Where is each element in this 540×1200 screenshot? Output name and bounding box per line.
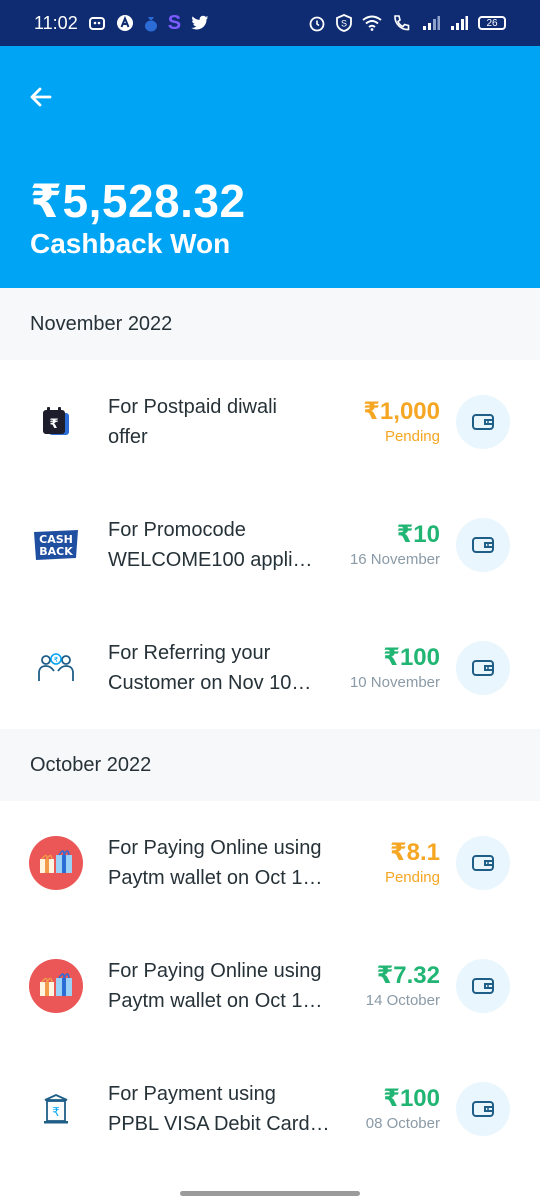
back-button[interactable] (24, 80, 58, 114)
notification-bag-icon (144, 14, 158, 32)
list-item-amount: ₹100 08 October (366, 1084, 440, 1134)
description-line-1: For Paying Online using (108, 836, 322, 859)
total-cashback-amount: ₹5,528.32 (30, 175, 246, 227)
wallet-button[interactable] (456, 835, 510, 890)
wifi-icon (362, 15, 382, 31)
bank-rupee-icon: ₹ (28, 1081, 84, 1137)
gift-icon (28, 835, 84, 891)
amount-value: ₹100 (383, 1084, 440, 1112)
description-line-1: For Promocode (108, 518, 246, 541)
signal-1-icon (422, 15, 440, 31)
amount-value: ₹1,000 (363, 397, 440, 425)
list-item-description: For Paying Online using Paytm wallet on … (108, 956, 333, 1016)
date-text: 10 November (349, 673, 440, 691)
status-text: Pending (384, 427, 440, 445)
status-time: 11:02 (34, 12, 78, 33)
description-line-1: For Referring your (108, 641, 271, 664)
svg-text:S: S (341, 19, 347, 29)
list-item-amount: ₹10 16 November (350, 520, 440, 570)
section-header-november: November 2022 (0, 288, 540, 360)
battery-level: 26 (486, 17, 498, 29)
gift-icon (28, 958, 84, 1014)
notification-s-icon: S (167, 11, 182, 34)
svg-text:₹: ₹ (52, 1105, 60, 1119)
date-text: 08 October (365, 1114, 440, 1132)
list-item-description: For Paying Online using Paytm wallet on … (108, 833, 333, 893)
list-item[interactable]: For Paying Online using Paytm wallet on … (0, 924, 540, 1047)
home-indicator[interactable] (180, 1191, 360, 1196)
amount-value: ₹8.1 (389, 838, 440, 866)
alarm-icon (308, 14, 326, 32)
description-line-2: Paytm wallet on Oct 19, … (108, 866, 333, 889)
list-item-amount: ₹7.32 14 October (366, 961, 440, 1011)
list-item-amount: ₹100 10 November (350, 643, 440, 693)
wallet-button[interactable] (456, 517, 510, 572)
total-cashback-label: Cashback Won (30, 228, 231, 259)
wallet-icon (472, 854, 494, 871)
description-line-1: For Paying Online using (108, 959, 322, 982)
description-line-1: For Payment using (108, 1082, 276, 1105)
twitter-icon (191, 15, 209, 31)
wallet-icon (472, 659, 494, 676)
cashback-list: November 2022 ₹ For Postpaid diwali offe… (0, 288, 540, 1170)
shield-icon: S (336, 14, 352, 32)
list-item-amount: ₹1,000 Pending (363, 397, 440, 447)
description-line-2: Customer on Nov 10… (108, 671, 312, 694)
description-line-2: offer (108, 425, 148, 448)
wallet-button[interactable] (456, 1081, 510, 1136)
wallet-icon (472, 413, 494, 430)
status-bar: 11:02 S S 26 (0, 0, 540, 46)
date-text: 14 October (365, 991, 440, 1009)
notification-a-icon (116, 14, 134, 32)
status-left: 11:02 S (34, 12, 209, 35)
call-volte-icon (392, 14, 412, 32)
arrow-left-icon (30, 87, 52, 107)
amount-value: ₹100 (383, 643, 440, 671)
status-right: S 26 (308, 14, 506, 32)
wallet-button[interactable] (456, 640, 510, 695)
referral-people-icon: ₹ (28, 640, 84, 696)
status-text: Pending (384, 868, 440, 886)
list-item-description: For Referring your Customer on Nov 10… (108, 638, 333, 698)
list-item-amount: ₹8.1 Pending (385, 838, 440, 888)
svg-text:₹: ₹ (49, 417, 58, 432)
description-line-1: For Postpaid diwali (108, 395, 277, 418)
list-item[interactable]: CASH BACK For Promocode WELCOME100 appli… (0, 483, 540, 606)
list-item-description: For Payment using PPBL VISA Debit Card… (108, 1079, 333, 1139)
cashback-logo-icon: CASH BACK (28, 517, 84, 573)
wallet-icon (472, 1100, 494, 1117)
list-item[interactable]: ₹ For Referring your Customer on Nov 10…… (0, 606, 540, 729)
svg-text:BACK: BACK (39, 545, 73, 558)
list-item-description: For Promocode WELCOME100 appli… (108, 515, 333, 575)
list-item[interactable]: For Paying Online using Paytm wallet on … (0, 801, 540, 924)
description-line-2: PPBL VISA Debit Card… (108, 1112, 330, 1135)
cashback-header: ₹5,528.32 Cashback Won (0, 46, 540, 288)
wallet-icon (472, 536, 494, 553)
description-line-2: WELCOME100 appli… (108, 548, 313, 571)
description-line-2: Paytm wallet on Oct 1… (108, 989, 323, 1012)
list-item[interactable]: ₹ For Payment using PPBL VISA Debit Card… (0, 1047, 540, 1170)
signal-2-icon (450, 15, 468, 31)
list-item[interactable]: ₹ For Postpaid diwali offer ₹1,000 Pendi… (0, 360, 540, 483)
svg-text:₹: ₹ (54, 656, 59, 664)
amount-value: ₹7.32 (376, 961, 440, 989)
list-item-description: For Postpaid diwali offer (108, 392, 333, 452)
wallet-button[interactable] (456, 394, 510, 449)
calendar-rupee-icon: ₹ (28, 394, 84, 450)
wallet-button[interactable] (456, 958, 510, 1013)
date-text: 16 November (349, 550, 440, 568)
notification-app-icon (88, 14, 106, 32)
amount-value: ₹10 (396, 520, 440, 548)
battery-icon: 26 (478, 16, 506, 30)
wallet-icon (472, 977, 494, 994)
section-header-october: October 2022 (0, 729, 540, 801)
